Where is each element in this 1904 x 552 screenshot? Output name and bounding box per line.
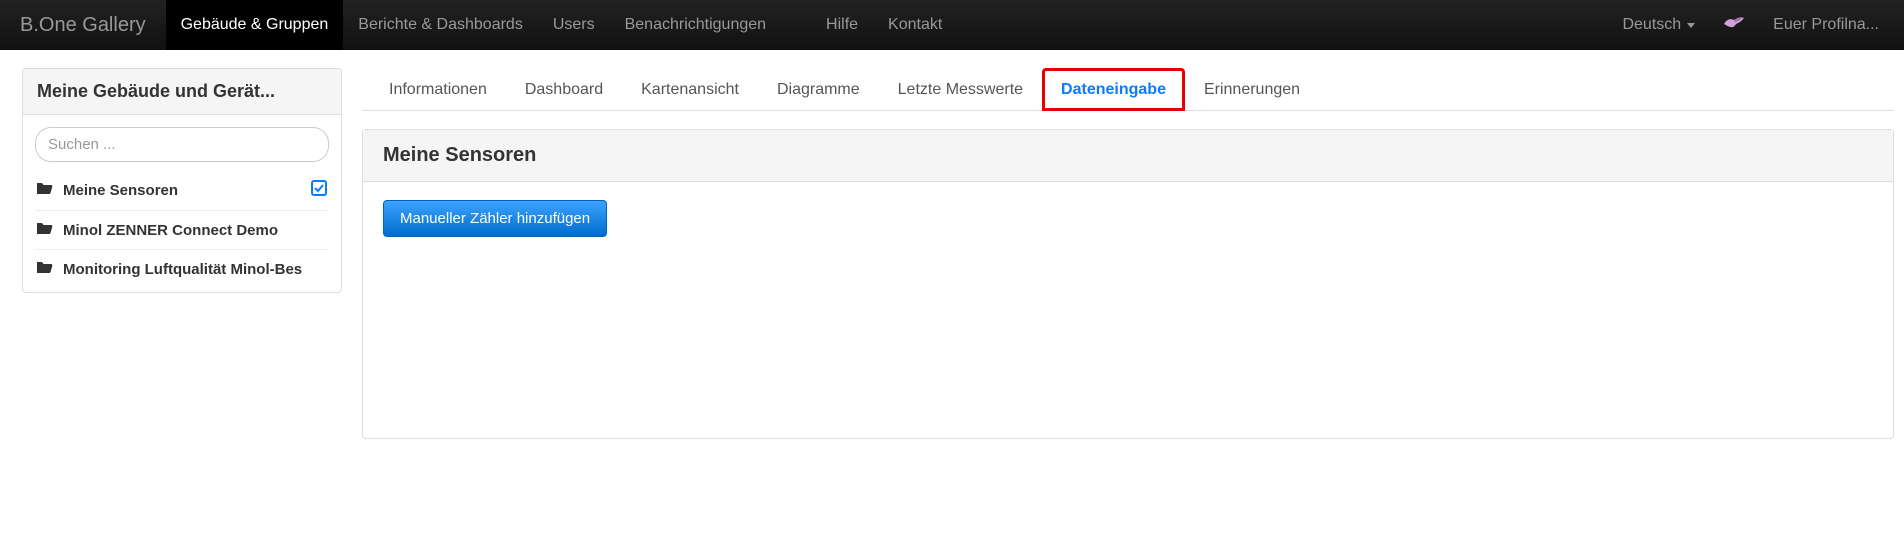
nav-item-buildings-groups[interactable]: Gebäude & Gruppen [166,0,344,50]
folder-open-icon [37,260,53,278]
nav-item-users[interactable]: Users [538,0,610,50]
sidebar-title: Meine Gebäude und Gerät... [23,69,341,115]
nav-item-help[interactable]: Hilfe [811,0,873,50]
add-manual-meter-button[interactable]: Manueller Zähler hinzufügen [383,200,607,237]
sidebar-item-label: Meine Sensoren [63,182,303,199]
folder-open-icon [37,221,53,239]
tab-informationen[interactable]: Informationen [370,68,506,111]
section-title: Meine Sensoren [363,130,1893,182]
search-input[interactable] [35,127,329,162]
sidebar-tree: Meine Sensoren Minol ZENNER Connect Demo [35,170,329,288]
language-dropdown[interactable]: Deutsch [1607,0,1710,50]
main-content: Informationen Dashboard Kartenansicht Di… [362,68,1894,439]
tab-erinnerungen[interactable]: Erinnerungen [1185,68,1319,111]
brand-title[interactable]: B.One Gallery [20,14,146,37]
checkbox-checked-icon [311,180,327,200]
sidebar: Meine Gebäude und Gerät... Meine Sensore… [22,68,342,293]
tab-letzte-messwerte[interactable]: Letzte Messwerte [879,68,1042,111]
sidebar-item-minol-zenner[interactable]: Minol ZENNER Connect Demo [35,210,329,249]
top-navbar: B.One Gallery Gebäude & Gruppen Berichte… [0,0,1904,50]
sidebar-item-label: Minol ZENNER Connect Demo [63,222,327,239]
nav-item-reports-dashboards[interactable]: Berichte & Dashboards [343,0,538,50]
section-panel: Meine Sensoren Manueller Zähler hinzufüg… [362,129,1894,439]
hummingbird-icon [1722,14,1746,37]
content-tabs: Informationen Dashboard Kartenansicht Di… [362,68,1894,111]
folder-open-icon [37,181,53,199]
language-label: Deutsch [1622,16,1681,34]
sidebar-item-meine-sensoren[interactable]: Meine Sensoren [35,170,329,210]
nav-left-group: Gebäude & Gruppen Berichte & Dashboards … [166,0,958,50]
tab-kartenansicht[interactable]: Kartenansicht [622,68,758,111]
profile-menu[interactable]: Euer Profilna... [1758,0,1894,50]
sidebar-item-monitoring-luftqualitaet[interactable]: Monitoring Luftqualität Minol-Bes [35,249,329,288]
sidebar-item-label: Monitoring Luftqualität Minol-Bes [63,261,327,278]
chevron-down-icon [1687,23,1695,28]
tab-dateneingabe[interactable]: Dateneingabe [1042,68,1185,111]
nav-item-contact[interactable]: Kontakt [873,0,957,50]
tab-diagramme[interactable]: Diagramme [758,68,879,111]
tab-dashboard[interactable]: Dashboard [506,68,622,111]
nav-item-notifications[interactable]: Benachrichtigungen [610,0,781,50]
nav-right-group: Deutsch Euer Profilna... [1607,0,1894,50]
